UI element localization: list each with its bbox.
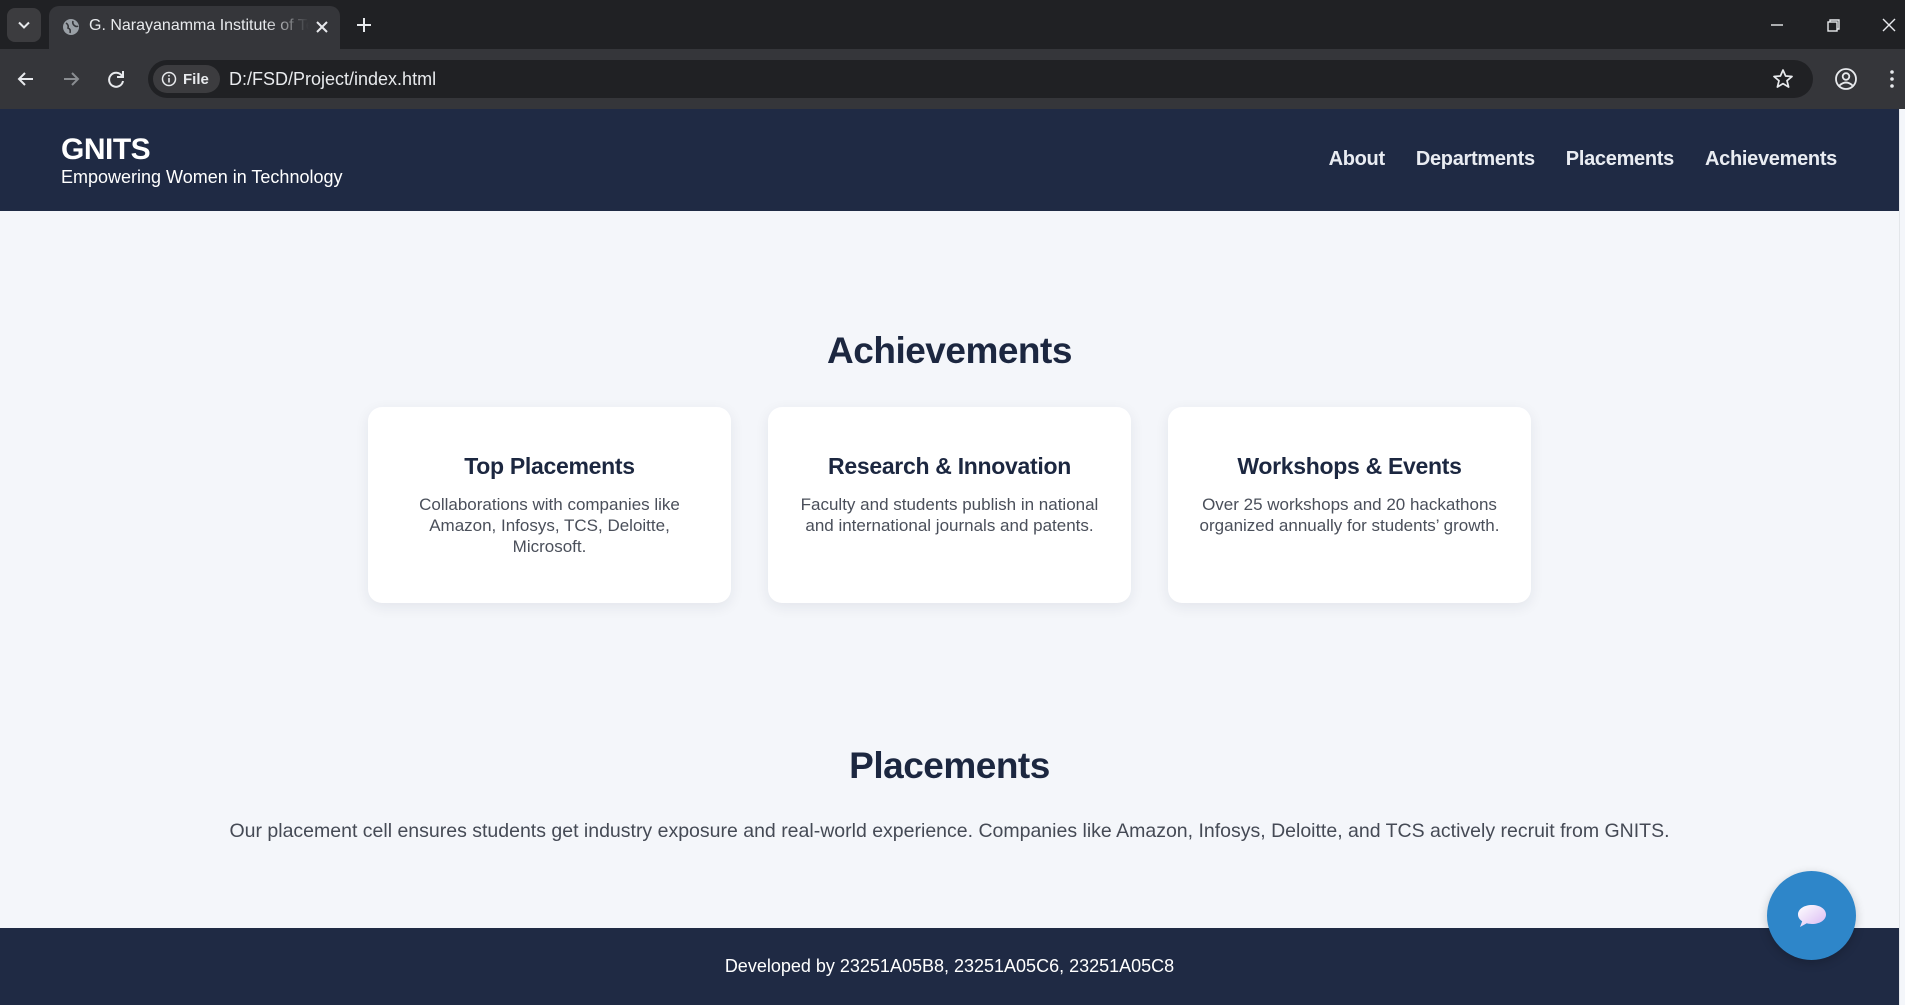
info-icon — [161, 71, 177, 87]
placements-description: Our placement cell ensures students get … — [229, 820, 1670, 842]
kebab-menu-icon[interactable] — [1879, 66, 1905, 92]
minimize-icon[interactable] — [1764, 12, 1790, 38]
tab-title: G. Narayanamma Institute of Technology — [89, 17, 309, 34]
window-close-icon[interactable] — [1876, 12, 1902, 38]
tab-search-button[interactable] — [7, 8, 41, 42]
page-viewport: GNITS Empowering Women in Technology Abo… — [0, 109, 1905, 1005]
site-info-chip[interactable]: File — [153, 65, 220, 93]
reload-icon[interactable] — [103, 66, 129, 92]
globe-icon — [63, 19, 79, 35]
card-text: Collaborations with companies like Amazo… — [419, 495, 680, 556]
achievement-card: Workshops & Events Over 25 workshops and… — [1168, 407, 1531, 603]
brand-tagline: Empowering Women in Technology — [61, 167, 343, 187]
url-text[interactable]: D:/FSD/Project/index.html — [229, 69, 436, 90]
tab-search-icon — [18, 21, 30, 29]
plus-icon[interactable] — [352, 13, 376, 37]
brand-name[interactable]: GNITS — [61, 133, 151, 167]
main-nav: About Departments Placements Achievement… — [1329, 148, 1838, 171]
achievements-heading: Achievements — [827, 330, 1072, 371]
chip-label: File — [183, 70, 209, 88]
card-title: Research & Innovation — [828, 453, 1071, 479]
card-text: Faculty and students publish in national… — [800, 495, 1099, 535]
site-header: GNITS Empowering Women in Technology Abo… — [0, 109, 1899, 211]
profile-icon[interactable] — [1833, 66, 1859, 92]
browser-tab-strip: G. Narayanamma Institute of Technology — [0, 0, 1905, 49]
scrollbar-track[interactable] — [1899, 109, 1905, 1005]
nav-link-achievements[interactable]: Achievements — [1705, 148, 1837, 171]
card-title: Top Placements — [464, 453, 635, 479]
card-text: Over 25 workshops and 20 hackathons orga… — [1199, 495, 1500, 535]
restore-icon[interactable] — [1820, 12, 1846, 38]
browser-tab[interactable]: G. Narayanamma Institute of Technology — [49, 6, 340, 49]
achievement-card: Research & Innovation Faculty and studen… — [768, 407, 1131, 603]
placements-heading: Placements — [849, 745, 1050, 786]
close-icon[interactable] — [311, 16, 333, 38]
achievement-cards: Top Placements Collaborations with compa… — [368, 407, 1531, 603]
browser-toolbar: File D:/FSD/Project/index.html — [0, 49, 1905, 109]
forward-arrow-icon[interactable] — [58, 66, 84, 92]
address-bar[interactable]: File D:/FSD/Project/index.html — [148, 60, 1813, 98]
card-title: Workshops & Events — [1237, 453, 1462, 479]
chat-button[interactable] — [1767, 871, 1856, 960]
back-arrow-icon[interactable] — [13, 66, 39, 92]
star-icon[interactable] — [1770, 66, 1796, 92]
nav-link-about[interactable]: About — [1329, 148, 1386, 171]
achievement-card: Top Placements Collaborations with compa… — [368, 407, 731, 603]
nav-link-departments[interactable]: Departments — [1416, 148, 1535, 171]
footer-credits: Developed by 23251A05B8, 23251A05C6, 232… — [724, 956, 1175, 976]
site-footer: Developed by 23251A05B8, 23251A05C6, 232… — [0, 928, 1899, 1005]
chat-bubble-icon — [1797, 904, 1826, 927]
nav-link-placements[interactable]: Placements — [1566, 148, 1674, 171]
